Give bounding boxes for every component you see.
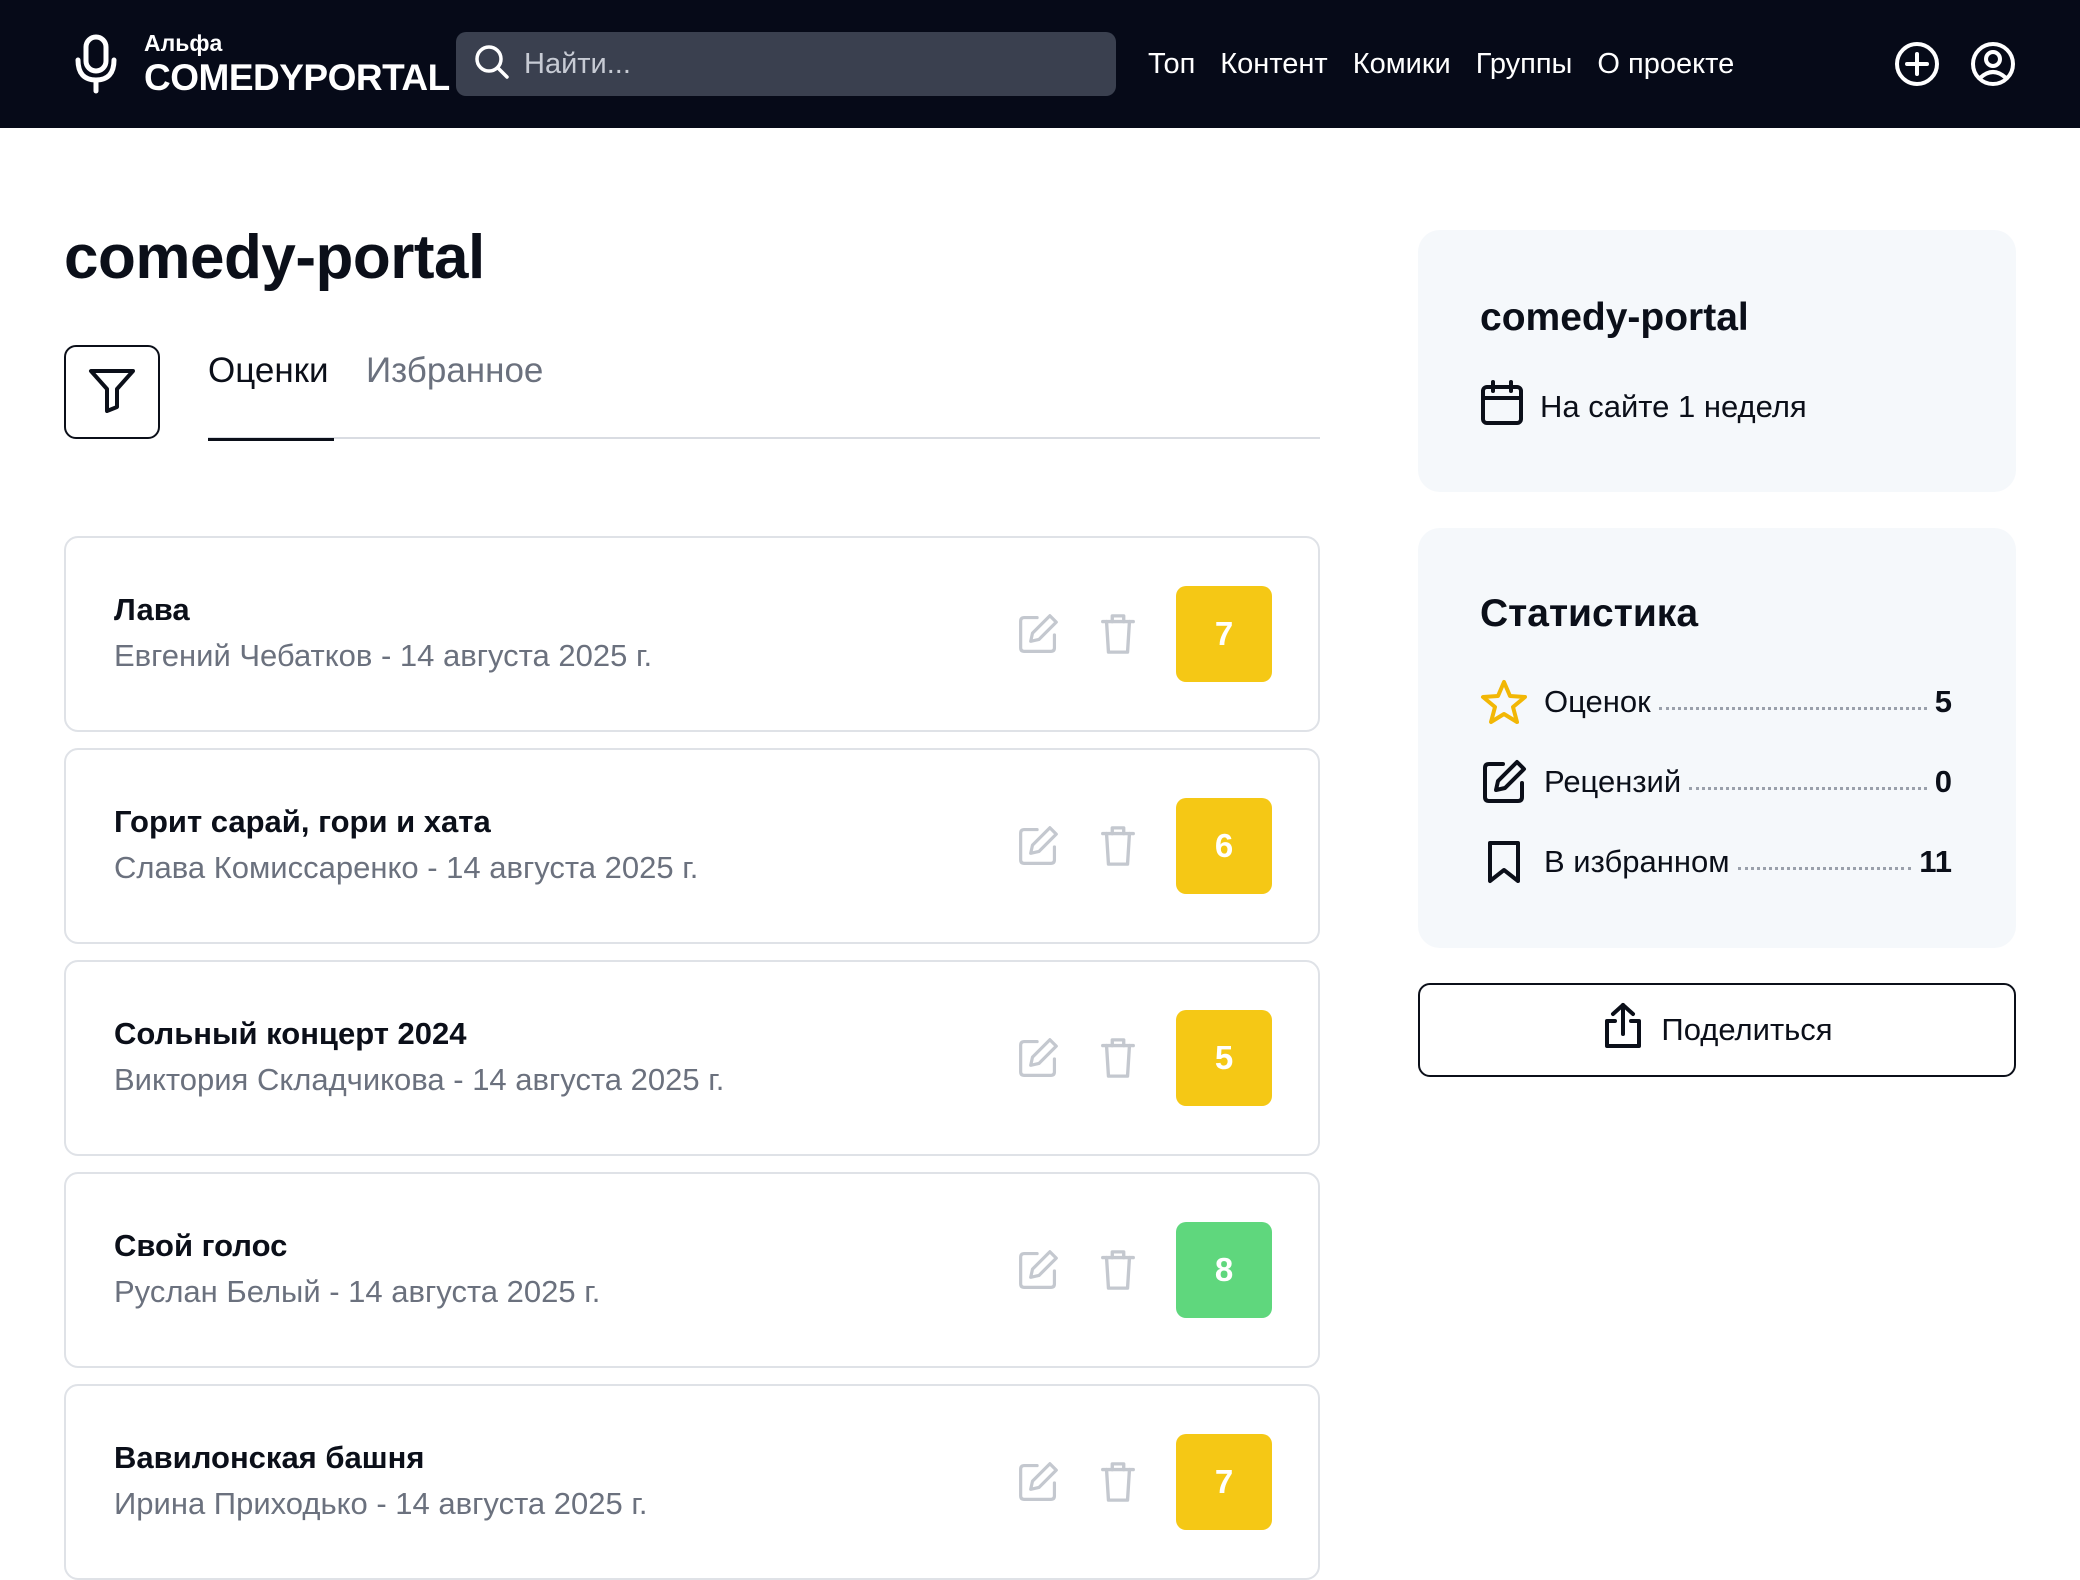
logo-subtitle: Альфа — [144, 30, 223, 56]
trash-icon[interactable] — [1094, 1458, 1142, 1506]
share-label: Поделиться — [1661, 1012, 1833, 1047]
main-nav: Топ Контент Комики Группы О проекте — [1148, 0, 1734, 128]
stat-value: 5 — [1934, 684, 1952, 719]
edit-icon[interactable] — [1014, 822, 1062, 870]
trash-icon[interactable] — [1094, 1246, 1142, 1294]
header-actions — [1892, 0, 2018, 128]
stat-value: 0 — [1934, 764, 1952, 799]
rating-meta: Виктория Складчикова - 14 августа 2025 г… — [114, 1062, 725, 1097]
nav-link-about[interactable]: О проекте — [1597, 48, 1734, 81]
stat-label: Рецензий — [1544, 764, 1682, 799]
search-input[interactable] — [524, 47, 1084, 81]
stat-leader-dots — [1689, 786, 1927, 790]
bookmark-icon — [1480, 838, 1528, 886]
filter-icon — [87, 367, 137, 418]
stats-panel: Статистика Оценок 5 Рецензий 0 В избранн… — [1418, 528, 2016, 948]
rating-meta: Слава Комиссаренко - 14 августа 2025 г. — [114, 850, 699, 885]
trash-icon[interactable] — [1094, 1034, 1142, 1082]
profile-name: comedy-portal — [1480, 296, 1749, 339]
edit-icon[interactable] — [1014, 610, 1062, 658]
tab-bar: Оценки Избранное — [208, 345, 1320, 441]
stat-row-ratings: Оценок 5 — [1480, 678, 1952, 726]
nav-link-comics[interactable]: Комики — [1353, 48, 1451, 81]
trash-icon[interactable] — [1094, 822, 1142, 870]
score-badge: 7 — [1176, 1434, 1272, 1530]
rating-card[interactable]: Вавилонская башня Ирина Приходько - 14 а… — [64, 1384, 1320, 1580]
page-title: comedy-portal — [64, 223, 485, 292]
share-button[interactable]: Поделиться — [1418, 983, 2016, 1077]
rating-title[interactable]: Лава — [114, 592, 190, 628]
edit-icon[interactable] — [1014, 1034, 1062, 1082]
profile-panel: comedy-portal На сайте 1 неделя — [1418, 230, 2016, 492]
rating-meta: Ирина Приходько - 14 августа 2025 г. — [114, 1486, 648, 1521]
score-badge: 7 — [1176, 586, 1272, 682]
nav-link-groups[interactable]: Группы — [1476, 48, 1573, 81]
nav-link-content[interactable]: Контент — [1220, 48, 1327, 81]
star-icon — [1480, 678, 1528, 726]
stat-label: Оценок — [1544, 684, 1651, 719]
score-badge: 5 — [1176, 1010, 1272, 1106]
stat-row-favorites: В избранном 11 — [1480, 838, 1952, 886]
stat-row-reviews: Рецензий 0 — [1480, 758, 1952, 806]
edit-icon[interactable] — [1014, 1246, 1062, 1294]
rating-card[interactable]: Сольный концерт 2024 Виктория Складчиков… — [64, 960, 1320, 1156]
user-profile-icon[interactable] — [1968, 39, 2018, 89]
tab-ratings[interactable]: Оценки — [208, 345, 334, 441]
tab-favorites[interactable]: Избранное — [366, 345, 543, 439]
edit-icon[interactable] — [1014, 1458, 1062, 1506]
score-badge: 8 — [1176, 1222, 1272, 1318]
rating-meta: Евгений Чебатков - 14 августа 2025 г. — [114, 638, 653, 673]
score-badge: 6 — [1176, 798, 1272, 894]
stat-leader-dots — [1737, 866, 1912, 870]
stat-label: В избранном — [1544, 844, 1730, 879]
rating-card[interactable]: Лава Евгений Чебатков - 14 августа 2025 … — [64, 536, 1320, 732]
rating-meta: Руслан Белый - 14 августа 2025 г. — [114, 1274, 601, 1309]
stat-value: 11 — [1919, 844, 1952, 879]
microphone-icon — [68, 32, 124, 96]
rating-card[interactable]: Свой голос Руслан Белый - 14 августа 202… — [64, 1172, 1320, 1368]
stat-leader-dots — [1658, 706, 1927, 710]
rating-title[interactable]: Вавилонская башня — [114, 1440, 424, 1476]
rating-card[interactable]: Горит сарай, гори и хата Слава Комиссаре… — [64, 748, 1320, 944]
logo-title: COMEDYPORTAL — [144, 57, 450, 98]
rating-title[interactable]: Свой голос — [114, 1228, 287, 1264]
rating-title[interactable]: Горит сарай, гори и хата — [114, 804, 491, 840]
trash-icon[interactable] — [1094, 610, 1142, 658]
search-box[interactable] — [456, 32, 1116, 96]
share-upload-icon — [1601, 1002, 1645, 1058]
top-navbar: Альфа COMEDYPORTAL Топ Контент Комики Гр… — [0, 0, 2080, 128]
calendar-icon — [1480, 380, 1524, 434]
nav-link-top[interactable]: Топ — [1148, 48, 1195, 81]
rating-title[interactable]: Сольный концерт 2024 — [114, 1016, 467, 1052]
stats-heading: Статистика — [1480, 592, 1699, 635]
member-since: На сайте 1 неделя — [1480, 380, 1807, 434]
add-circle-icon[interactable] — [1892, 39, 1942, 89]
edit-icon — [1480, 758, 1528, 806]
logo[interactable]: Альфа COMEDYPORTAL — [68, 0, 450, 128]
member-since-text: На сайте 1 неделя — [1540, 389, 1807, 424]
search-icon — [474, 44, 510, 85]
filter-button[interactable] — [64, 345, 160, 439]
